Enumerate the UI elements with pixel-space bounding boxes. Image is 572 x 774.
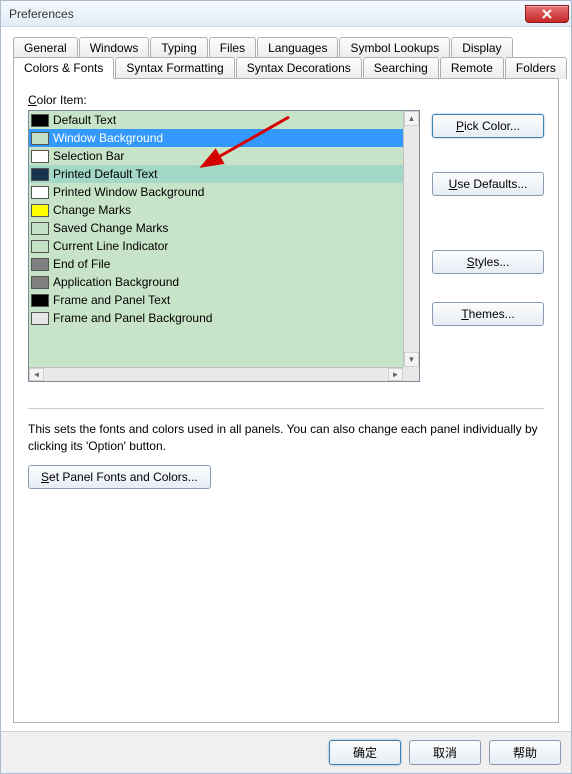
right-button-column: Pick Color... Use Defaults... Styles... …	[432, 110, 544, 382]
color-item-label: Color Item:	[28, 93, 544, 107]
tab-typing[interactable]: Typing	[150, 37, 207, 58]
dialog-button-row: 确定 取消 帮助	[1, 731, 571, 773]
list-item-label: Current Line Indicator	[53, 239, 168, 253]
tab-symbol-lookups[interactable]: Symbol Lookups	[339, 37, 450, 58]
vertical-scrollbar[interactable]: ▲ ▼	[403, 111, 419, 367]
color-swatch	[31, 276, 49, 289]
list-item-label: Default Text	[53, 113, 116, 127]
scroll-corner	[403, 367, 419, 381]
list-item[interactable]: Default Text	[29, 111, 419, 129]
color-swatch	[31, 258, 49, 271]
help-button[interactable]: 帮助	[489, 740, 561, 765]
list-item[interactable]: Frame and Panel Background	[29, 309, 419, 327]
tab-syntax-formatting[interactable]: Syntax Formatting	[115, 57, 234, 79]
list-item[interactable]: Change Marks	[29, 201, 419, 219]
list-item[interactable]: Printed Window Background	[29, 183, 419, 201]
close-button[interactable]	[525, 5, 569, 23]
color-swatch	[31, 168, 49, 181]
list-item-label: Printed Window Background	[53, 185, 204, 199]
tab-display[interactable]: Display	[451, 37, 512, 58]
list-item[interactable]: Frame and Panel Text	[29, 291, 419, 309]
tab-windows[interactable]: Windows	[79, 37, 150, 58]
titlebar: Preferences	[1, 1, 571, 27]
list-item-label: End of File	[53, 257, 110, 271]
tab-files[interactable]: Files	[209, 37, 256, 58]
separator	[28, 408, 544, 409]
set-panel-fonts-colors-button[interactable]: Set Panel Fonts and Colors...	[28, 465, 211, 489]
color-swatch	[31, 150, 49, 163]
window-title: Preferences	[9, 7, 74, 21]
list-item[interactable]: End of File	[29, 255, 419, 273]
list-item[interactable]: Selection Bar	[29, 147, 419, 165]
list-item-label: Frame and Panel Text	[53, 293, 170, 307]
color-swatch	[31, 186, 49, 199]
ok-button[interactable]: 确定	[329, 740, 401, 765]
color-swatch	[31, 240, 49, 253]
list-item[interactable]: Application Background	[29, 273, 419, 291]
cancel-button[interactable]: 取消	[409, 740, 481, 765]
close-icon	[542, 9, 552, 19]
color-swatch	[31, 222, 49, 235]
tab-general[interactable]: General	[13, 37, 78, 58]
color-swatch	[31, 114, 49, 127]
tab-syntax-decorations[interactable]: Syntax Decorations	[236, 57, 362, 79]
pick-color-button[interactable]: Pick Color...	[432, 114, 544, 138]
tabs: GeneralWindowsTypingFilesLanguagesSymbol…	[13, 37, 559, 79]
tab-folders[interactable]: Folders	[505, 57, 567, 79]
description-text: This sets the fonts and colors used in a…	[28, 421, 544, 455]
content-area: GeneralWindowsTypingFilesLanguagesSymbol…	[1, 27, 571, 731]
styles-button[interactable]: Styles...	[432, 250, 544, 274]
color-swatch	[31, 294, 49, 307]
color-swatch	[31, 132, 49, 145]
horizontal-scrollbar[interactable]: ◄ ►	[29, 367, 403, 381]
list-item[interactable]: Window Background	[29, 129, 419, 147]
use-defaults-button[interactable]: Use Defaults...	[432, 172, 544, 196]
list-item[interactable]: Current Line Indicator	[29, 237, 419, 255]
list-item-label: Window Background	[53, 131, 163, 145]
themes-button[interactable]: Themes...	[432, 302, 544, 326]
preferences-window: Preferences GeneralWindowsTypingFilesLan…	[0, 0, 572, 774]
list-item-label: Printed Default Text	[53, 167, 158, 181]
list-item-label: Selection Bar	[53, 149, 124, 163]
list-item-label: Frame and Panel Background	[53, 311, 212, 325]
color-item-listbox[interactable]: Default Text Window Background Selection B…	[28, 110, 420, 382]
list-item-label: Saved Change Marks	[53, 221, 168, 235]
color-swatch	[31, 312, 49, 325]
list-item[interactable]: Printed Default Text	[29, 165, 419, 183]
tab-searching[interactable]: Searching	[363, 57, 439, 79]
scroll-right-icon[interactable]: ►	[388, 368, 403, 381]
list-item[interactable]: Saved Change Marks	[29, 219, 419, 237]
tab-colors-fonts[interactable]: Colors & Fonts	[13, 57, 114, 79]
tab-remote[interactable]: Remote	[440, 57, 504, 79]
tab-panel-colors-fonts: Color Item: Default Text Window Backgroun…	[13, 78, 559, 723]
scroll-up-icon[interactable]: ▲	[404, 111, 419, 126]
list-item-label: Application Background	[53, 275, 179, 289]
scroll-left-icon[interactable]: ◄	[29, 368, 44, 381]
color-swatch	[31, 204, 49, 217]
list-item-label: Change Marks	[53, 203, 131, 217]
tab-languages[interactable]: Languages	[257, 37, 338, 58]
scroll-down-icon[interactable]: ▼	[404, 352, 419, 367]
